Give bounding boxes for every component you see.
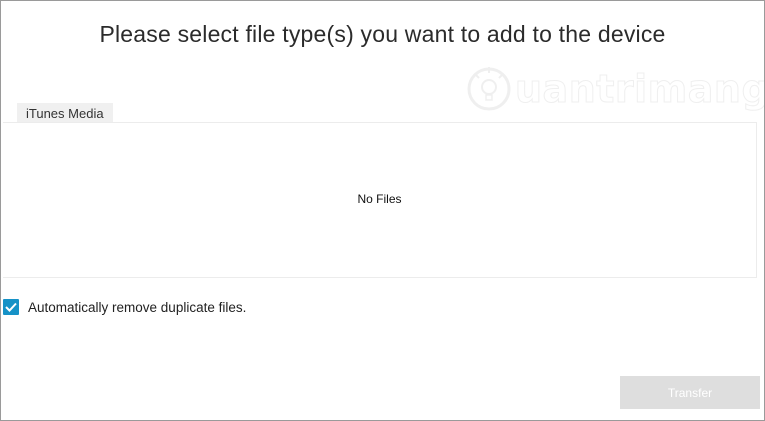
remove-duplicates-checkbox[interactable] — [3, 299, 19, 315]
transfer-dialog: Please select file type(s) you want to a… — [0, 0, 765, 421]
file-list-panel: No Files — [3, 122, 757, 278]
watermark-text: uantrimang — [514, 67, 765, 112]
checkmark-icon — [5, 302, 17, 312]
empty-list-message: No Files — [357, 192, 402, 206]
lightbulb-logo-icon — [467, 67, 511, 111]
dialog-title: Please select file type(s) you want to a… — [99, 21, 666, 47]
transfer-button[interactable]: Transfer — [620, 376, 760, 409]
remove-duplicates-label: Automatically remove duplicate files. — [28, 299, 247, 315]
watermark: uantrimang — [465, 59, 764, 119]
remove-duplicates-option[interactable]: Automatically remove duplicate files. — [3, 298, 246, 316]
